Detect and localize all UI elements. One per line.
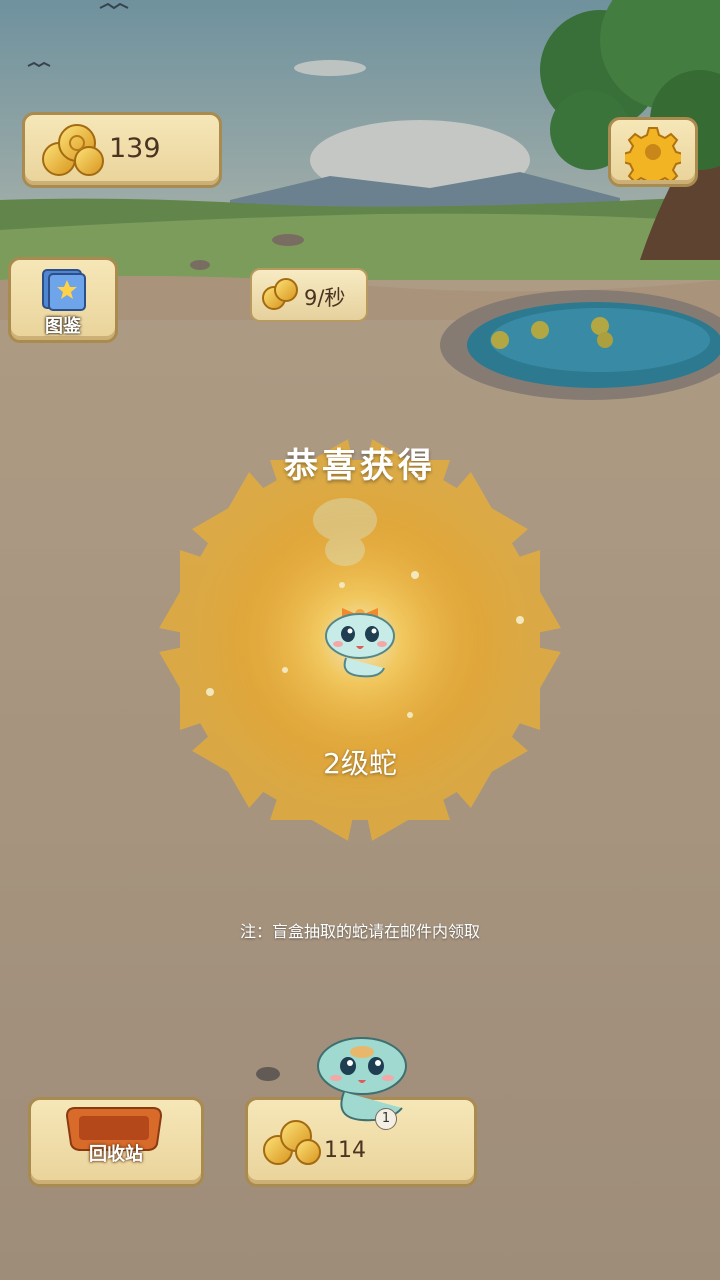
income-rate-value: 9/秒 (304, 286, 346, 310)
reward-item-name: 2级蛇 (323, 747, 397, 780)
coin-stack-icon (42, 124, 104, 176)
snake-level2-icon (325, 608, 395, 678)
recycle-bin-button[interactable]: 回收站 (28, 1097, 204, 1187)
recycle-bin-label: 回收站 (89, 1144, 143, 1165)
coin-counter: 139 (22, 112, 222, 188)
snake-level1-icon (317, 1037, 407, 1122)
book-icon (42, 269, 86, 311)
reward-title: 恭喜获得 (284, 446, 436, 486)
handbook-button[interactable]: 图鉴 (8, 257, 118, 343)
coin-amount: 139 (109, 133, 161, 164)
income-rate: 9/秒 (250, 268, 368, 322)
settings-button[interactable] (608, 117, 698, 187)
reward-note: 注：盲盒抽取的蛇请在邮件内领取 (239, 922, 480, 941)
gear-icon (625, 127, 681, 180)
snake-level-badge: 1 (375, 1108, 397, 1130)
handbook-label: 图鉴 (45, 316, 81, 337)
buy-price: 114 (324, 1138, 366, 1163)
coin-icon (262, 278, 298, 310)
coin-stack-icon (263, 1120, 321, 1165)
